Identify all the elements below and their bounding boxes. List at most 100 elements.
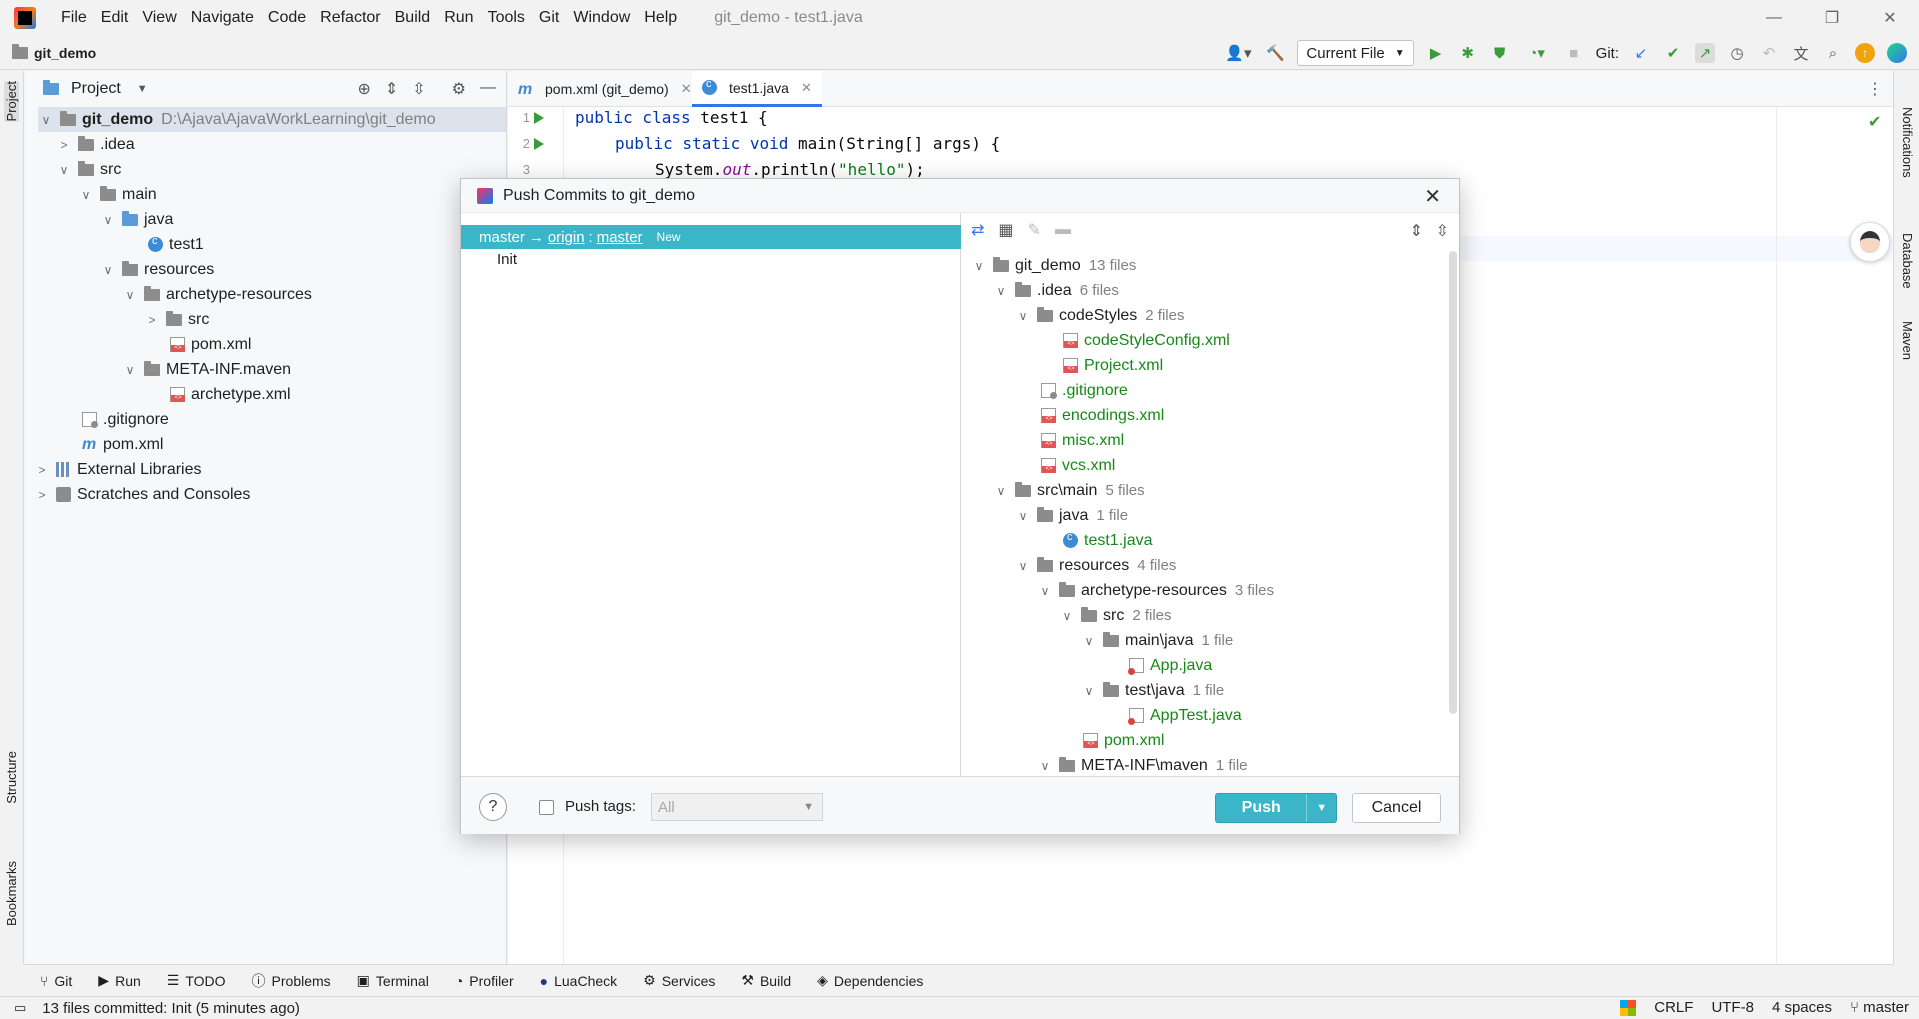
git-rollback-icon[interactable]: ↶ [1759, 43, 1779, 63]
close-window-icon[interactable]: ✕ [1861, 0, 1919, 36]
maven-tool-button[interactable]: Maven [1900, 321, 1915, 360]
tree-item-archetype-xml[interactable]: archetype.xml [170, 382, 291, 407]
menu-navigate[interactable]: Navigate [184, 9, 261, 27]
tab-pom-xml[interactable]: m pom.xml (git_demo) ✕ [508, 71, 702, 107]
git-update-icon[interactable]: ↙ [1631, 43, 1651, 63]
changes-node-codestyles[interactable]: ∨ codeStyles 2 files [1015, 303, 1184, 328]
tool-build[interactable]: ⚒ Build [741, 972, 791, 989]
chevron-down-icon[interactable]: ▼ [137, 83, 148, 95]
tool-todo[interactable]: ☰ TODO [167, 972, 226, 989]
preview-icon[interactable]: ▬ [1055, 221, 1071, 239]
changes-node-root[interactable]: ∨ git_demo 13 files [971, 253, 1136, 278]
changes-file[interactable]: vcs.xml [1041, 453, 1115, 478]
minimize-icon[interactable]: — [1745, 0, 1803, 36]
tree-item-pom-sub[interactable]: pom.xml [170, 332, 251, 357]
tool-luacheck[interactable]: ● LuaCheck [540, 973, 618, 989]
menu-tools[interactable]: Tools [481, 9, 532, 27]
tree-item-idea[interactable]: > .idea [56, 132, 135, 157]
git-history-icon[interactable]: ◷ [1727, 43, 1747, 63]
cancel-button[interactable]: Cancel [1352, 793, 1441, 823]
collapse-all-icon[interactable]: ⇳ [412, 79, 425, 99]
chevron-right-icon[interactable]: > [34, 463, 50, 477]
changes-file[interactable]: encodings.xml [1041, 403, 1164, 428]
notifications-tool-button[interactable]: Notifications [1900, 107, 1915, 178]
help-button[interactable]: ? [479, 793, 507, 821]
debug-icon[interactable]: ✱ [1458, 43, 1478, 63]
changes-node-java[interactable]: ∨ java 1 file [1015, 503, 1128, 528]
tool-dependencies[interactable]: ◈ Dependencies [817, 972, 923, 989]
jetbrains-icon[interactable] [1887, 43, 1907, 63]
changes-file[interactable]: AppTest.java [1128, 703, 1242, 728]
user-icon[interactable]: 👤▾ [1223, 43, 1253, 63]
close-icon[interactable]: ✕ [801, 80, 812, 96]
indent-widget[interactable]: 4 spaces [1772, 999, 1832, 1016]
status-message[interactable]: 13 files committed: Init (5 minutes ago) [42, 1000, 300, 1017]
remote-branch-link[interactable]: master [597, 229, 643, 246]
tree-item-pom[interactable]: m pom.xml [82, 432, 163, 457]
menu-code[interactable]: Code [261, 9, 313, 27]
tree-item-resources[interactable]: ∨ resources [100, 257, 214, 282]
chevron-down-icon[interactable]: ∨ [993, 284, 1009, 298]
chevron-right-icon[interactable]: > [144, 313, 160, 327]
more-tabs-icon[interactable]: ⋮ [1867, 79, 1883, 99]
translate-icon[interactable]: 文 [1791, 43, 1811, 63]
git-commit-icon[interactable]: ✔ [1663, 43, 1683, 63]
chevron-down-icon[interactable]: ∨ [100, 263, 116, 277]
update-icon[interactable]: ↑ [1855, 43, 1875, 63]
changes-file[interactable]: Project.xml [1063, 353, 1163, 378]
search-icon[interactable]: ⌕ [1823, 43, 1843, 63]
push-tags-checkbox[interactable] [539, 800, 554, 815]
chevron-down-icon[interactable]: ∨ [56, 163, 72, 177]
push-button[interactable]: Push ▼ [1215, 793, 1337, 823]
menu-edit[interactable]: Edit [94, 9, 136, 27]
changes-node-resources[interactable]: ∨ resources 4 files [1015, 553, 1176, 578]
tree-item-main[interactable]: ∨ main [78, 182, 157, 207]
chevron-down-icon[interactable]: ∨ [38, 113, 54, 127]
changes-node-src[interactable]: ∨ src 2 files [1059, 603, 1172, 628]
edit-source-icon[interactable]: ✎ [1028, 220, 1041, 240]
run-gutter-icon[interactable] [534, 138, 544, 150]
run-config-selector[interactable]: Current File ▼ [1297, 40, 1414, 66]
profile-icon[interactable]: ◔▾ [1522, 43, 1552, 63]
tree-item-root[interactable]: ∨ git_demo D:\Ajava\AjavaWorkLearning\gi… [38, 107, 506, 132]
breadcrumb[interactable]: git_demo [12, 43, 96, 61]
run-gutter-icon[interactable] [534, 112, 544, 124]
changes-file[interactable]: codeStyleConfig.xml [1063, 328, 1230, 353]
changes-file[interactable]: test1.java [1063, 528, 1152, 553]
changes-node-idea[interactable]: ∨ .idea 6 files [993, 278, 1119, 303]
changes-node-archetype-resources[interactable]: ∨ archetype-resources 3 files [1037, 578, 1274, 603]
group-by-icon[interactable]: ▦ [998, 220, 1013, 240]
tree-item-test1[interactable]: test1 [148, 232, 204, 257]
chevron-down-icon[interactable]: ∨ [100, 213, 116, 227]
chevron-down-icon[interactable]: ∨ [971, 259, 987, 273]
menu-git[interactable]: Git [532, 9, 566, 27]
changes-file[interactable]: misc.xml [1041, 428, 1124, 453]
chevron-down-icon[interactable]: ∨ [1015, 559, 1031, 573]
tree-item-src[interactable]: ∨ src [56, 157, 121, 182]
build-hammer-icon[interactable]: 🔨 [1265, 43, 1285, 63]
menu-window[interactable]: Window [566, 9, 637, 27]
menu-help[interactable]: Help [637, 9, 684, 27]
changes-node-meta-inf[interactable]: ∨ META-INF\maven 1 file [1037, 753, 1248, 778]
toggle-panels-icon[interactable]: ▭ [14, 1000, 26, 1016]
tree-item-archetype-resources[interactable]: ∨ archetype-resources [122, 282, 312, 307]
chevron-right-icon[interactable]: > [34, 488, 50, 502]
menu-build[interactable]: Build [388, 9, 438, 27]
bookmarks-tool-button[interactable]: Bookmarks [4, 861, 19, 926]
coverage-icon[interactable]: ⛊ [1490, 43, 1510, 63]
tool-run[interactable]: ▶ Run [98, 972, 140, 989]
encoding-widget[interactable]: UTF-8 [1711, 999, 1754, 1016]
close-icon[interactable]: ✕ [681, 81, 692, 97]
chevron-down-icon[interactable]: ∨ [1015, 509, 1031, 523]
expand-all-icon[interactable]: ⇕ [385, 79, 398, 99]
changes-node-src-main[interactable]: ∨ src\main 5 files [993, 478, 1145, 503]
expand-all-icon[interactable]: ⇕ [1410, 221, 1423, 241]
tab-test1-java[interactable]: test1.java ✕ [692, 71, 822, 107]
changes-node-main-java[interactable]: ∨ main\java 1 file [1081, 628, 1233, 653]
push-options-dropdown[interactable]: ▼ [1306, 794, 1336, 822]
chevron-down-icon[interactable]: ∨ [1059, 609, 1075, 623]
stop-icon[interactable]: ■ [1564, 43, 1584, 63]
menu-file[interactable]: File [54, 9, 94, 27]
diff-icon[interactable]: ⇄ [971, 220, 984, 240]
project-panel-title[interactable]: Project [71, 80, 121, 98]
